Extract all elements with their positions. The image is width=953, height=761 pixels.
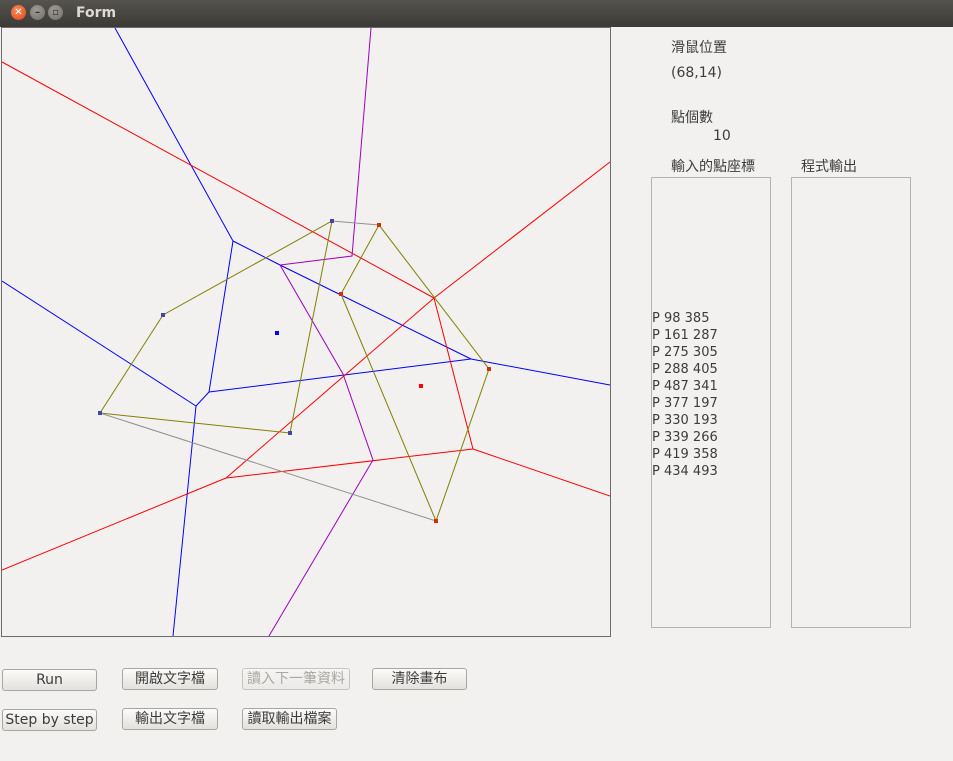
voronoi-edge	[225, 297, 435, 479]
list-item: P 275 305	[652, 345, 718, 360]
input-point	[161, 313, 165, 317]
input-point	[377, 223, 381, 227]
list-item: P 419 358	[652, 447, 718, 462]
minimize-icon[interactable]: –	[30, 5, 45, 20]
list-item: P 98 385	[652, 311, 710, 326]
voronoi-edge	[195, 391, 210, 407]
mouse-position-label: 滑鼠位置	[671, 40, 727, 56]
tangent-line	[99, 412, 437, 522]
run-button[interactable]: Run	[2, 669, 97, 691]
clear-canvas-button[interactable]: 清除畫布	[372, 668, 467, 690]
drawing-canvas[interactable]	[1, 27, 611, 637]
close-icon[interactable]: ✕	[11, 5, 26, 20]
input-point	[487, 367, 491, 371]
voronoi-edge	[2, 477, 227, 571]
window-title: Form	[76, 5, 117, 21]
voronoi-edge	[342, 295, 472, 360]
export-text-file-button[interactable]: 輸出文字檔	[122, 708, 218, 730]
list-item: P 339 266	[652, 430, 718, 445]
maximize-icon[interactable]: ▫	[48, 5, 63, 20]
step-by-step-button[interactable]: Step by step	[2, 709, 97, 731]
list-item: P 434 493	[652, 464, 718, 479]
voronoi-edge	[470, 358, 610, 386]
voronoi-edge	[472, 448, 610, 497]
input-point	[419, 384, 423, 388]
input-points-label: 輸入的點座標	[671, 159, 755, 175]
list-item: P 377 197	[652, 396, 718, 411]
input-point	[330, 219, 334, 223]
point-count-label: 點個數	[671, 110, 713, 126]
list-item: P 288 405	[652, 362, 718, 377]
program-output-label: 程式輸出	[801, 159, 857, 175]
convex-hull-left	[99, 220, 333, 434]
voronoi-edge	[208, 240, 234, 393]
input-point	[434, 519, 438, 523]
voronoi-edge	[114, 28, 234, 242]
read-output-file-button[interactable]: 讀取輸出檔案	[242, 708, 337, 730]
list-item: P 330 193	[652, 413, 718, 428]
voronoi-edge	[225, 448, 474, 479]
tangent-line	[331, 220, 380, 226]
voronoi-edge	[2, 280, 197, 407]
input-point	[288, 431, 292, 435]
list-item: P 161 287	[652, 328, 718, 343]
program-output-list[interactable]	[791, 177, 911, 628]
list-item: P 487 341	[652, 379, 718, 394]
title-bar: ✕ – ▫ Form	[0, 0, 953, 27]
voronoi-edge	[433, 297, 474, 450]
voronoi-edge	[2, 61, 435, 299]
voronoi-diagram	[2, 28, 610, 636]
input-point	[339, 292, 343, 296]
input-point	[275, 331, 279, 335]
input-point	[98, 411, 102, 415]
voronoi-edge	[433, 161, 610, 299]
voronoi-edge	[208, 358, 472, 393]
voronoi-edge	[232, 240, 281, 266]
read-next-data-button[interactable]: 讀入下一筆資料	[242, 668, 350, 690]
input-points-list[interactable]: P 98 385 P 161 287 P 275 305 P 288 405 P…	[651, 177, 771, 628]
point-count-value: 10	[713, 128, 731, 144]
open-text-file-button[interactable]: 開啟文字檔	[122, 668, 218, 690]
mouse-position-value: (68,14)	[671, 65, 723, 81]
